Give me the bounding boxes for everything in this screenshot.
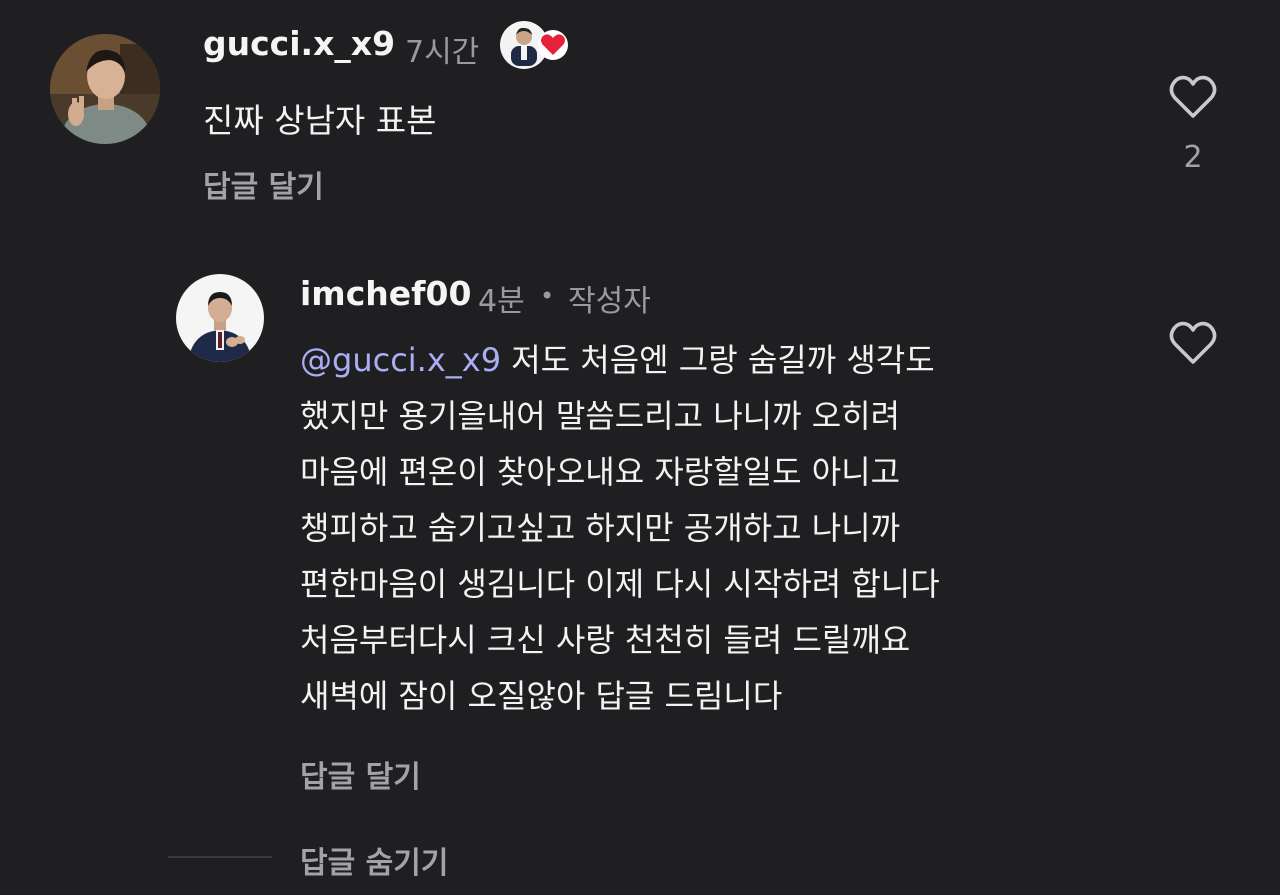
author-label: 작성자 (568, 284, 651, 319)
comment-timestamp: 7시간 (405, 35, 480, 70)
hide-replies-button[interactable]: 답글 숨기기 (300, 838, 448, 882)
reply-username[interactable]: imchef00 (300, 274, 471, 313)
reply-timestamp: 4분 (478, 284, 525, 319)
comment-like-button[interactable] (1168, 74, 1218, 120)
reply-line-1: @gucci.x_x9 저도 처음엔 그랑 숨길까 생각도 (300, 332, 1240, 388)
reply-line-2: 했지만 용기을내어 말씀드리고 나니까 오히려 (300, 397, 901, 435)
reply-line-7: 새벽에 잠이 오질않아 답글 드림니다 (300, 677, 783, 715)
reply-text: @gucci.x_x9 저도 처음엔 그랑 숨길까 생각도 했지만 용기을내어 … (300, 332, 1240, 724)
reply-like-button[interactable] (1168, 320, 1218, 366)
heart-outline-icon (1169, 75, 1217, 118)
reply-reply-button[interactable]: 답글 달기 (300, 752, 421, 796)
reply-line-6: 처음부터다시 크신 사랑 천천히 들려 드릴깨요 (300, 621, 911, 659)
comment-username[interactable]: gucci.x_x9 (203, 24, 395, 63)
heart-outline-icon (1169, 321, 1217, 364)
reply-line-5: 편한마음이 생김니다 이제 다시 시작하려 합니다 (300, 565, 940, 603)
avatar-imchef[interactable] (176, 274, 264, 362)
comment-text: 진짜 상남자 표본 (203, 101, 437, 140)
heart-badge-icon (538, 30, 568, 60)
comment-reply-button[interactable]: 답글 달기 (203, 162, 324, 206)
avatar-gucci[interactable] (50, 34, 160, 144)
threads-at-icon: @ (300, 341, 332, 379)
thread-divider (168, 856, 272, 858)
mention-link[interactable]: @gucci.x_x9 (300, 341, 501, 379)
reply-line-4: 챙피하고 숨기고싶고 하지만 공개하고 나니까 (300, 509, 901, 547)
comment-thread: gucci.x_x9 7시간 진짜 상남자 표본 답글 달기 2 imchef0… (0, 0, 1280, 895)
reply-line-3: 마음에 편온이 찾아오내요 자랑할일도 아니고 (300, 453, 901, 491)
comment-like-count: 2 (1183, 140, 1203, 175)
reply-separator: • (540, 282, 555, 310)
liked-by-author-badge (500, 20, 572, 70)
